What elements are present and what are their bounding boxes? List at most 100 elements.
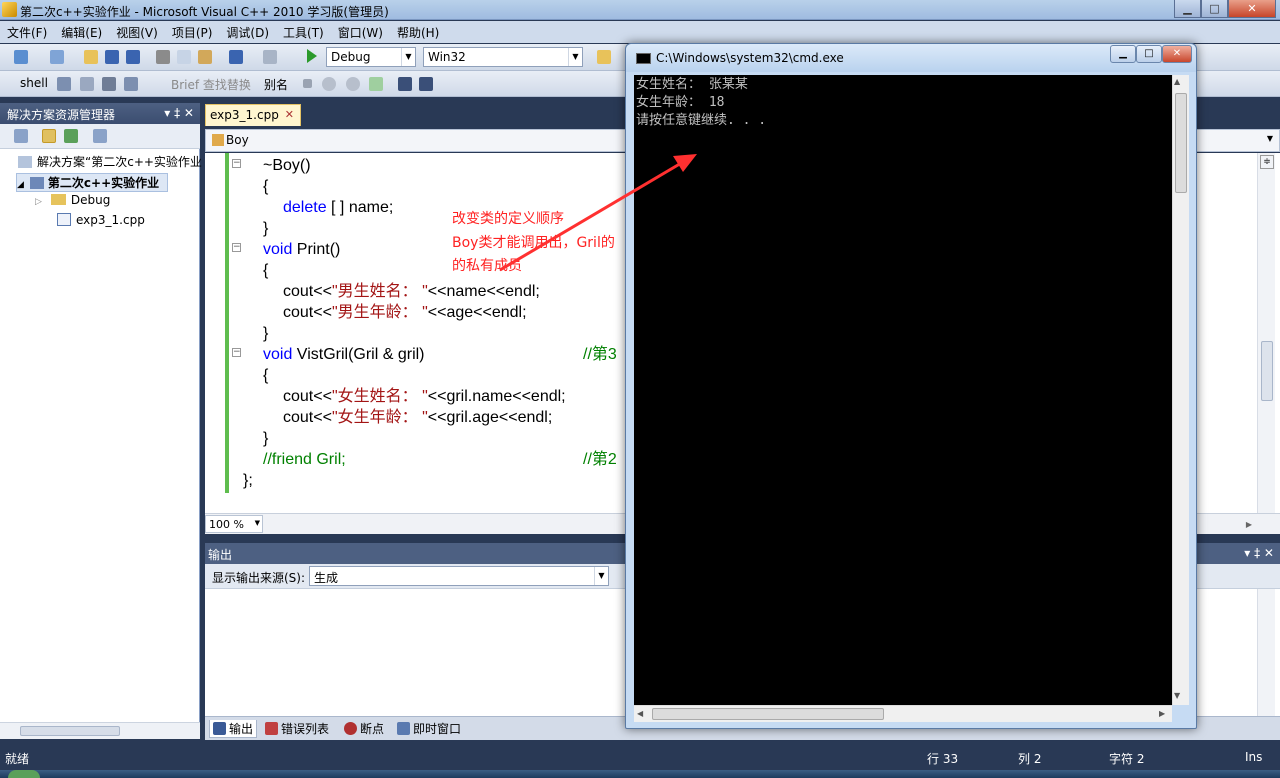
start-debug-icon[interactable] bbox=[307, 49, 317, 63]
scroll-left-icon[interactable]: ◀ bbox=[637, 709, 643, 718]
tool-icon[interactable] bbox=[346, 77, 360, 91]
solution-explorer-header: 解决方案资源管理器 ▾ ‡ ✕ bbox=[0, 103, 200, 124]
fold-toggle[interactable]: − bbox=[232, 243, 241, 252]
code-line: void Print() bbox=[263, 239, 340, 260]
tool-icon[interactable] bbox=[369, 77, 383, 91]
scroll-thumb[interactable] bbox=[1175, 93, 1187, 193]
tool-icon[interactable] bbox=[124, 77, 138, 91]
paste-icon[interactable] bbox=[198, 50, 212, 64]
solution-toolbar bbox=[0, 124, 200, 149]
scroll-up-icon[interactable]: ▲ bbox=[1174, 77, 1180, 86]
close-tab-icon[interactable]: ✕ bbox=[285, 108, 294, 121]
menu-window[interactable]: 窗口(W) bbox=[331, 24, 390, 41]
tab-output[interactable]: 输出 bbox=[209, 720, 258, 738]
expand-icon: ◢ bbox=[17, 180, 24, 190]
code-comment: //第3 bbox=[583, 346, 617, 363]
scroll-right-icon[interactable]: ▶ bbox=[1246, 520, 1252, 529]
console-output[interactable]: 女生姓名： 张某某 女生年龄： 18 请按任意键继续. . . bbox=[634, 75, 1172, 705]
zoom-select[interactable]: 100 % ▼ bbox=[205, 515, 263, 533]
shell-button[interactable]: shell bbox=[20, 76, 48, 90]
undo-icon[interactable] bbox=[229, 50, 243, 64]
code-keyword: void bbox=[263, 241, 293, 258]
code-text: VistGril(Gril & gril) bbox=[292, 346, 425, 363]
console-line: 女生姓名： 张某某 bbox=[636, 77, 748, 92]
menu-project[interactable]: 项目(P) bbox=[165, 24, 220, 41]
code-comment: //friend Gril; bbox=[263, 451, 346, 468]
chevron-down-icon[interactable]: ▼ bbox=[1267, 134, 1273, 143]
scroll-right-icon[interactable]: ▶ bbox=[1159, 709, 1165, 718]
show-all-files-icon[interactable] bbox=[42, 129, 56, 143]
annotation-line-2: Boy类才能调用出，Gril的 bbox=[452, 235, 615, 251]
open-folder-icon[interactable] bbox=[84, 50, 98, 64]
cmd-minimize-button[interactable]: ▁ bbox=[1110, 45, 1136, 63]
code-line: cout<<"女生年龄： "<<gril.age<<endl; bbox=[283, 407, 552, 428]
brief-find-replace-button[interactable]: Brief 查找替换 bbox=[171, 76, 251, 93]
menu-view[interactable]: 视图(V) bbox=[109, 24, 165, 41]
view-class-icon[interactable] bbox=[93, 129, 107, 143]
tool-icon[interactable] bbox=[57, 77, 71, 91]
tree-project[interactable]: ◢ 第二次c++实验作业 bbox=[16, 173, 168, 192]
tree-folder-debug[interactable]: ▷ Debug bbox=[35, 193, 110, 207]
align-icon[interactable] bbox=[398, 77, 412, 91]
scroll-thumb[interactable] bbox=[652, 708, 884, 720]
copy-icon[interactable] bbox=[177, 50, 191, 64]
tool-icon[interactable] bbox=[102, 77, 116, 91]
output-source-select[interactable]: 生成 ▼ bbox=[309, 566, 609, 586]
stop-icon[interactable] bbox=[303, 79, 312, 88]
menu-bar: 文件(F) 编辑(E) 视图(V) 项目(P) 调试(D) 工具(T) 窗口(W… bbox=[0, 21, 1280, 43]
tool-icon[interactable] bbox=[80, 77, 94, 91]
menu-tools[interactable]: 工具(T) bbox=[276, 24, 331, 41]
scroll-thumb[interactable] bbox=[1261, 341, 1273, 401]
tab-breakpoints[interactable]: 断点 bbox=[344, 720, 384, 737]
app-icon bbox=[2, 2, 17, 17]
find-in-files-icon[interactable] bbox=[597, 50, 611, 64]
cmd-close-button[interactable]: ✕ bbox=[1162, 45, 1192, 63]
save-icon[interactable] bbox=[105, 50, 119, 64]
fold-toggle[interactable]: − bbox=[232, 348, 241, 357]
redo-icon[interactable] bbox=[263, 50, 277, 64]
cmd-window[interactable]: C:\Windows\system32\cmd.exe ▁ □ ✕ 女生姓名： … bbox=[625, 43, 1197, 729]
editor-vscroll[interactable]: ≑ bbox=[1257, 153, 1275, 513]
panel-pin-controls[interactable]: ▾ ‡ ✕ bbox=[1244, 546, 1274, 560]
platform-select[interactable]: Win32 ▼ bbox=[423, 47, 583, 67]
panel-pin-controls[interactable]: ▾ ‡ ✕ bbox=[164, 106, 194, 120]
scroll-thumb[interactable] bbox=[20, 726, 120, 736]
refresh-icon[interactable] bbox=[64, 129, 78, 143]
start-button-icon[interactable] bbox=[8, 770, 40, 778]
tab-immediate[interactable]: 即时窗口 bbox=[397, 720, 461, 737]
tool-icon[interactable] bbox=[322, 77, 336, 91]
scroll-down-icon[interactable]: ▼ bbox=[1174, 691, 1180, 700]
immediate-window-icon bbox=[397, 722, 410, 735]
save-all-icon[interactable] bbox=[126, 50, 140, 64]
alias-button[interactable]: 别名 bbox=[264, 76, 288, 93]
cut-icon[interactable] bbox=[156, 50, 170, 64]
align-icon[interactable] bbox=[419, 77, 433, 91]
solution-hscroll[interactable] bbox=[0, 722, 200, 739]
tab-exp3-cpp[interactable]: exp3_1.cpp ✕ bbox=[205, 104, 301, 126]
maximize-button[interactable]: □ bbox=[1201, 0, 1228, 18]
fold-toggle[interactable]: − bbox=[232, 159, 241, 168]
menu-file[interactable]: 文件(F) bbox=[0, 24, 54, 41]
close-button[interactable]: ✕ bbox=[1228, 0, 1276, 18]
tree-file-label: exp3_1.cpp bbox=[76, 213, 145, 227]
tab-error-list[interactable]: 错误列表 bbox=[265, 720, 329, 737]
code-line: { bbox=[263, 262, 269, 279]
status-char: 字符 2 bbox=[1109, 752, 1145, 766]
config-select[interactable]: Debug ▼ bbox=[326, 47, 416, 67]
minimize-button[interactable]: ▁ bbox=[1174, 0, 1201, 18]
menu-edit[interactable]: 编辑(E) bbox=[54, 24, 109, 41]
cmd-maximize-button[interactable]: □ bbox=[1136, 45, 1162, 63]
status-ready: 就绪 bbox=[5, 752, 30, 766]
tree-solution[interactable]: 解决方案“第二次c++实验作业 bbox=[18, 153, 202, 170]
menu-debug[interactable]: 调试(D) bbox=[219, 24, 276, 41]
output-vscroll[interactable] bbox=[1257, 589, 1275, 716]
split-icon[interactable]: ≑ bbox=[1260, 155, 1274, 169]
menu-help[interactable]: 帮助(H) bbox=[390, 24, 446, 41]
tree-file-exp3[interactable]: exp3_1.cpp bbox=[57, 213, 145, 227]
properties-icon[interactable] bbox=[14, 129, 28, 143]
add-item-icon[interactable] bbox=[50, 50, 64, 64]
new-project-icon[interactable] bbox=[14, 50, 28, 64]
cmd-hscroll[interactable]: ◀ ▶ bbox=[634, 705, 1172, 722]
output-source-value: 生成 bbox=[314, 571, 339, 585]
cmd-vscroll[interactable]: ▲ ▼ bbox=[1172, 75, 1189, 705]
